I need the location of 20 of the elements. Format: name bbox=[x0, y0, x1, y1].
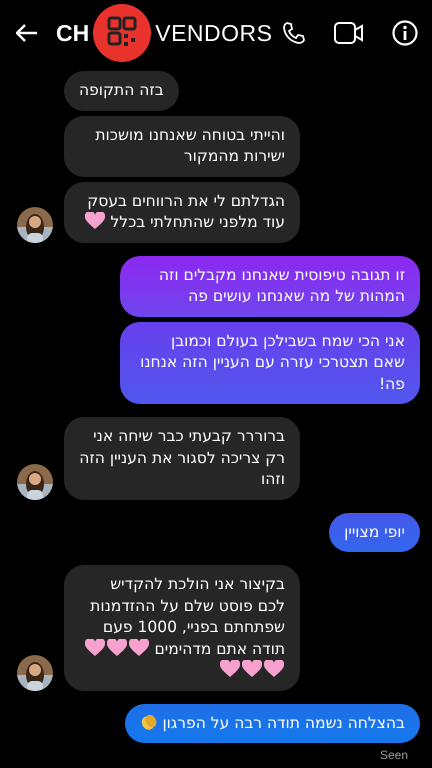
avatar bbox=[17, 464, 53, 500]
message-bubble: בהצלחה נשמה תודה רבה על הפרגון bbox=[124, 704, 420, 743]
message-bubble: והייתי בטוחה שאנחנו מושכות ישירות מהמקור bbox=[64, 116, 300, 176]
avatar bbox=[17, 206, 53, 242]
chat-title: VENDORS bbox=[155, 20, 272, 46]
message-bubble: זו תגובה טיפוסית שאנחנו מקבלים וזה המהות של מה שאנחנו עושים פה bbox=[120, 256, 420, 316]
video-camera-icon[interactable] bbox=[334, 21, 364, 45]
message-bubble: יופי מצויין bbox=[329, 512, 420, 552]
message-bubble: בזה התקופה bbox=[64, 71, 179, 110]
message-bubble: בקיצור אני הולכת להקדיש לכם פוסט שלם על ההזדמנות שפתחתם בפניי, 1000 פעם תודה אתם מדהימים bbox=[64, 565, 300, 690]
seen-status: Seen bbox=[380, 748, 408, 762]
message-bubble: אני הכי שמח בשבילכן בעולם וכמובן שאם תצטרכי עזרה עם העניין הזה אנחנו פה! bbox=[120, 322, 420, 404]
message-bubble: הגדלתם לי את הרווחים בעסק עוד מלפני שהתחלתי בכלל bbox=[64, 182, 300, 242]
message-bubble: ברוררר קבעתי כבר שיחה אני רק צריכה לסגור את העניין הזה וזהו bbox=[64, 417, 300, 500]
qr-code-logo bbox=[93, 4, 152, 62]
chat-title: CH bbox=[56, 20, 90, 46]
back-arrow-icon[interactable] bbox=[16, 24, 38, 42]
avatar bbox=[17, 654, 53, 690]
info-icon[interactable] bbox=[392, 20, 418, 46]
phone-icon[interactable] bbox=[282, 21, 306, 45]
